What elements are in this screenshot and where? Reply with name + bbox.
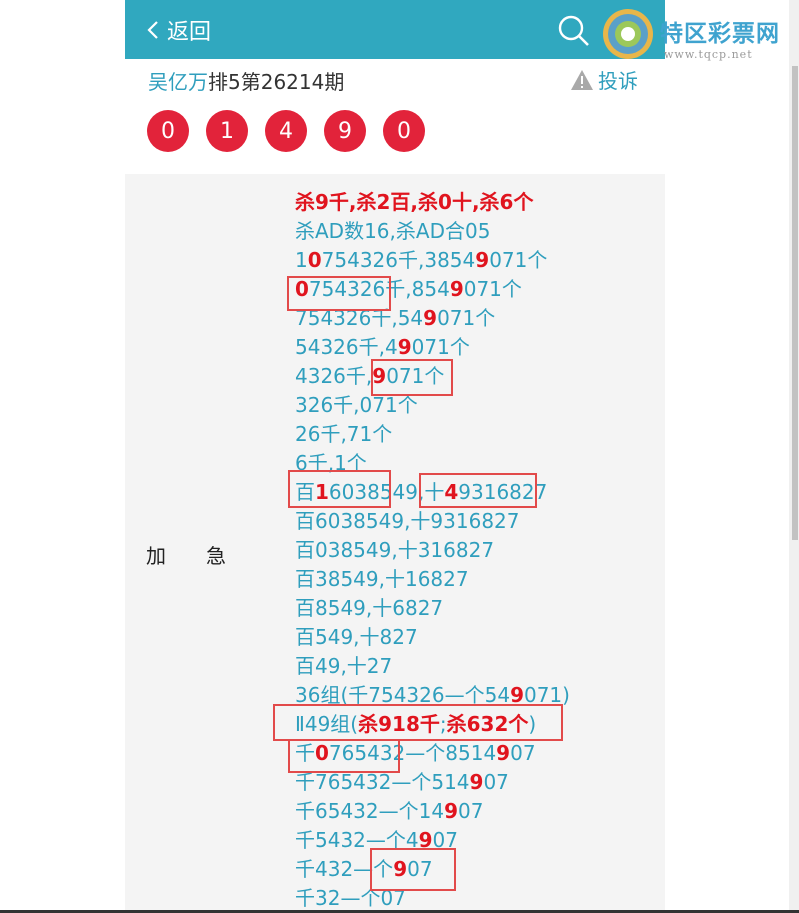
highlighted-digits: 9 — [496, 741, 511, 765]
number-ball: 4 — [265, 110, 307, 152]
line-text: 07 — [483, 770, 509, 794]
highlight-box — [419, 473, 537, 508]
line-text: 百038549,十316827 — [295, 538, 495, 562]
highlight-box — [287, 276, 391, 311]
highlight-box — [288, 470, 391, 508]
brand-name: 特区彩票网 — [660, 21, 780, 47]
highlight-box — [273, 704, 563, 741]
number-ball: 9 — [324, 110, 366, 152]
highlighted-digits: 9 — [397, 335, 412, 359]
line-text: 326千,071个 — [295, 393, 418, 417]
back-label: 返回 — [167, 20, 212, 45]
highlighted-digits: 0 — [307, 248, 322, 272]
back-button[interactable]: 返回 — [147, 12, 211, 48]
highlighted-digits: 9 — [444, 799, 458, 823]
line-text: 千65432—个14 — [295, 799, 445, 823]
highlighted-digits: 9 — [449, 277, 464, 301]
number-ball: 0 — [383, 110, 425, 152]
highlighted-digits: 9 — [469, 770, 484, 794]
highlighted-digits: 9 — [475, 248, 490, 272]
line-text: 071个 — [437, 306, 496, 330]
post-title-bar: 吴亿万排5第26214期 投诉 — [125, 59, 665, 99]
logo-emblem-icon — [603, 9, 653, 59]
line-text: 071个 — [489, 248, 548, 272]
line-text: 千765432—个514 — [295, 770, 470, 794]
prediction-line: 杀9千,杀2百,杀0十,杀6个 — [295, 188, 570, 217]
prediction-line: 杀AD数16,杀AD合05 — [295, 217, 570, 246]
line-text: 百38549,十16827 — [295, 567, 469, 591]
prediction-line: 26千,71个 — [295, 420, 570, 449]
line-text: 1 — [295, 248, 308, 272]
scrollbar-thumb[interactable] — [792, 66, 798, 540]
section-label: 加 急 — [146, 544, 226, 568]
prediction-content: 加 急 杀9千,杀2百,杀0十,杀6个 杀AD数16,杀AD合05 10754326… — [125, 174, 665, 913]
highlighted-digits: 9 — [423, 306, 438, 330]
top-bar: 返回 — [125, 0, 665, 59]
search-icon — [558, 15, 589, 46]
line-text: 754326千,3854 — [321, 248, 476, 272]
number-ball: 1 — [206, 110, 248, 152]
line-text: 4326千, — [295, 364, 373, 388]
line-text: 百8549,十6827 — [295, 596, 444, 620]
prediction-line: 千65432—个14907 — [295, 797, 570, 826]
draw-number-balls: 0 1 4 9 0 — [147, 110, 442, 152]
line-text: 百49,十27 — [295, 654, 393, 678]
report-button[interactable]: 投诉 — [570, 65, 638, 94]
highlighted-digits: 杀9千,杀2百,杀0十,杀6个 — [295, 190, 534, 214]
prediction-line: 百49,十27 — [295, 652, 570, 681]
report-label: 投诉 — [598, 69, 638, 93]
line-text: 杀AD数16,杀AD合05 — [295, 219, 491, 243]
highlight-box — [288, 739, 400, 773]
line-text: 071个 — [463, 277, 522, 301]
post-title: 吴亿万排5第26214期 — [148, 66, 344, 95]
highlight-box — [371, 359, 453, 396]
highlight-box — [370, 848, 456, 891]
site-logo: 特区彩票网 www.tqcp.net — [600, 6, 799, 66]
prediction-line: 54326千,49071个 — [295, 333, 570, 362]
line-text: 071个 — [411, 335, 470, 359]
prediction-line: 10754326千,38549071个 — [295, 246, 570, 275]
prediction-line: 百6038549,十9316827 — [295, 507, 570, 536]
prediction-line: 百38549,十16827 — [295, 565, 570, 594]
line-text: 07 — [458, 799, 484, 823]
line-text: 07 — [510, 741, 536, 765]
line-text: 54326千,4 — [295, 335, 398, 359]
warning-icon — [571, 69, 593, 90]
line-text: 百549,十827 — [295, 625, 418, 649]
prediction-line: 百038549,十316827 — [295, 536, 570, 565]
author-link[interactable]: 吴亿万 — [148, 70, 208, 94]
chevron-left-icon — [147, 21, 158, 39]
line-text: 百6038549,十9316827 — [295, 509, 520, 533]
prediction-line: 百8549,十6827 — [295, 594, 570, 623]
search-button[interactable] — [557, 14, 591, 52]
line-text: 26千,71个 — [295, 422, 393, 446]
page-container: 返回 吴亿万排5第26214期 投诉 0 1 4 9 0 加 急 杀9千,杀2百… — [125, 0, 665, 913]
number-ball: 0 — [147, 110, 189, 152]
brand-url: www.tqcp.net — [664, 48, 753, 61]
prediction-line: 百549,十827 — [295, 623, 570, 652]
issue-title: 排5第26214期 — [208, 70, 345, 94]
